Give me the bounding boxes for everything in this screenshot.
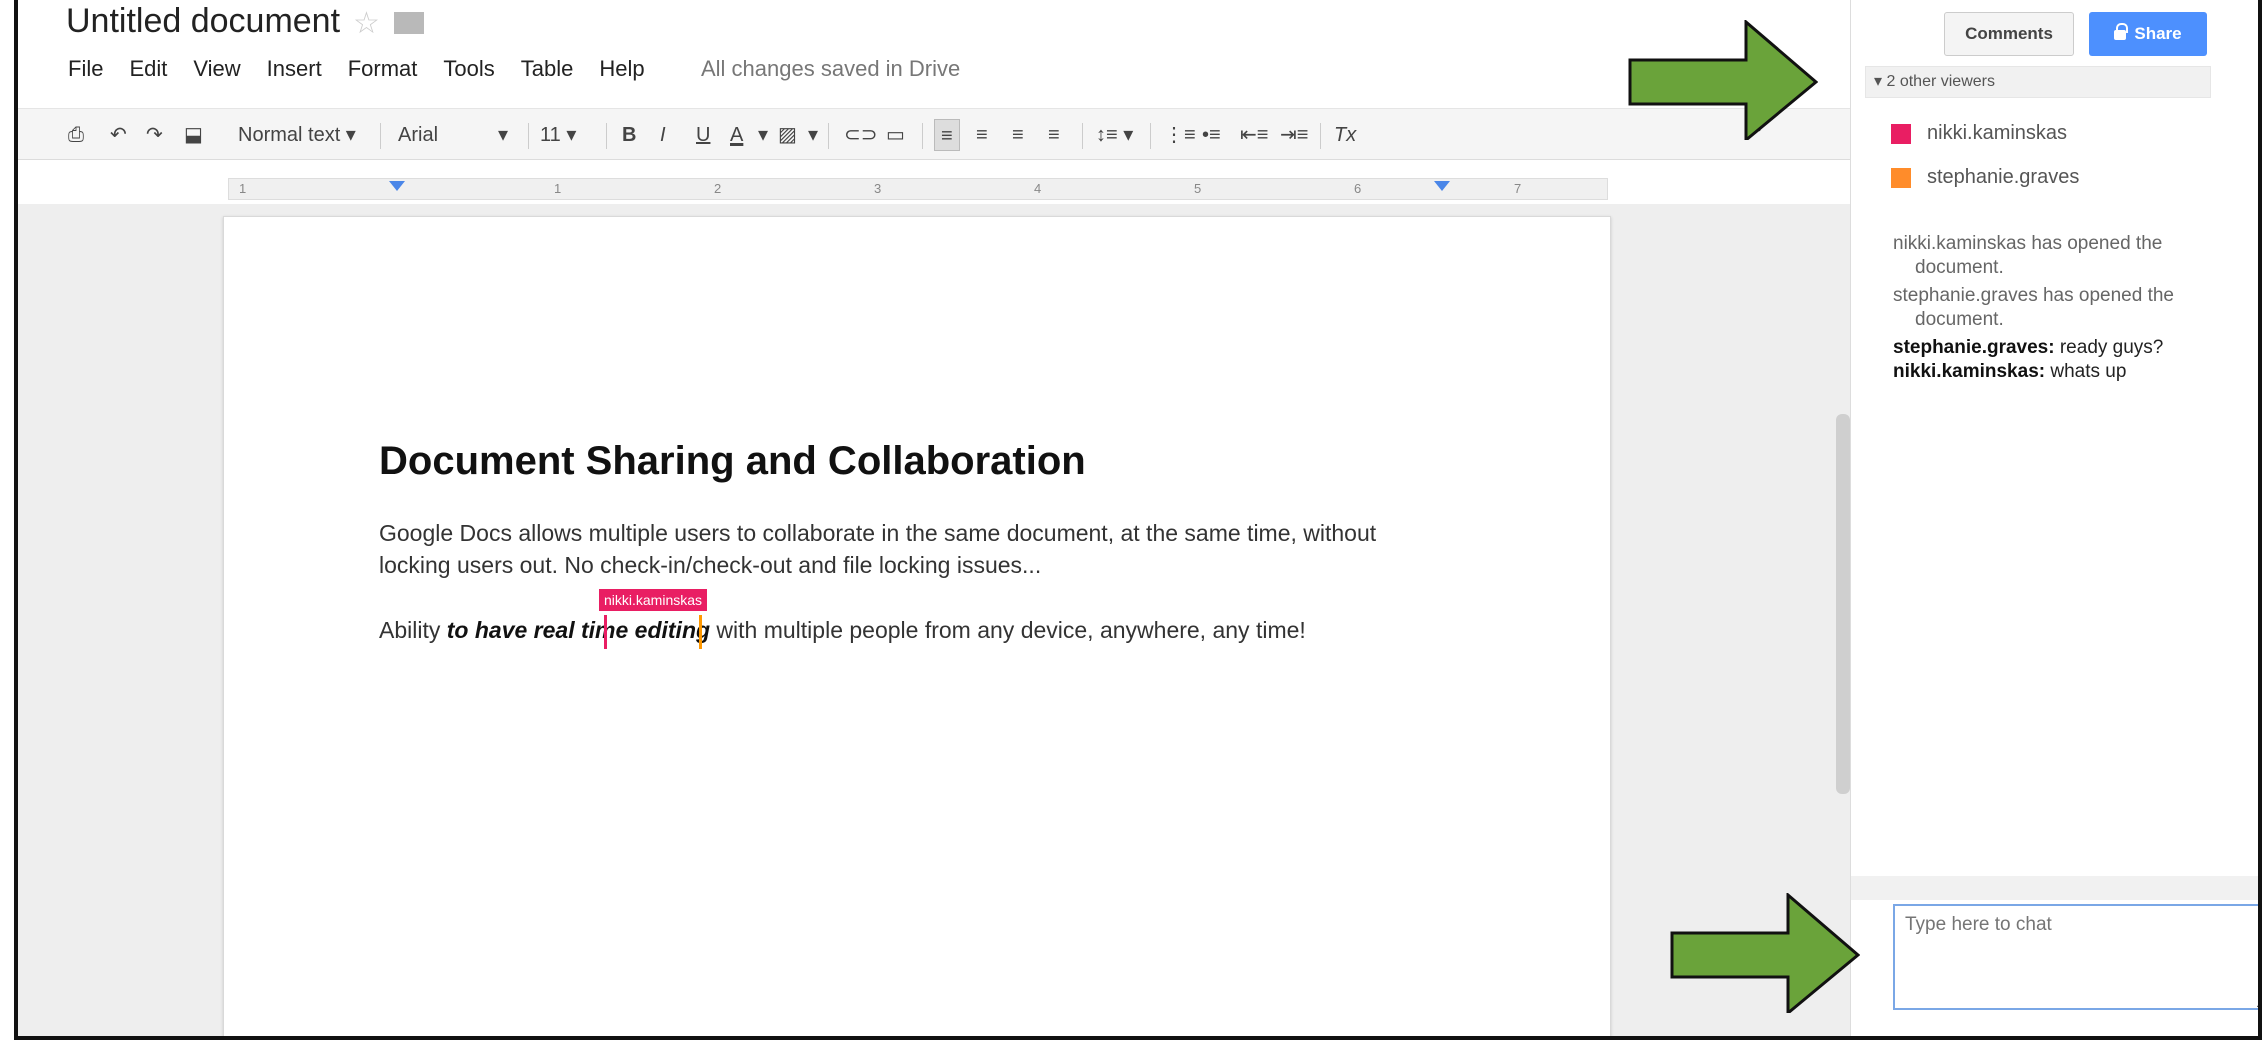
user-color-swatch	[1891, 167, 1911, 188]
paragraph-text: with multiple people from any device, an…	[710, 617, 1306, 643]
toolbar-divider	[606, 123, 607, 149]
viewers-toggle[interactable]: ▾ 2 other viewers	[1865, 66, 2211, 98]
chat-message: stephanie.graves: ready guys?	[1893, 337, 2164, 358]
increase-indent-icon[interactable]: ⇥≡	[1280, 119, 1308, 151]
toolbar-divider	[828, 123, 829, 149]
chat-message: nikki.kaminskas: whats up	[1893, 361, 2127, 382]
toolbar-divider	[1082, 123, 1083, 149]
align-right-icon[interactable]: ≡	[1012, 119, 1024, 151]
chevron-down-icon[interactable]: ▾	[758, 119, 768, 151]
toolbar-divider	[922, 123, 923, 149]
ruler-tick: 6	[1354, 181, 1362, 196]
paragraph-text: Ability	[379, 617, 447, 643]
italic-button[interactable]: I	[660, 119, 666, 151]
highlight-color-icon[interactable]: ▨	[778, 119, 797, 151]
print-icon[interactable]: ⎙	[68, 119, 84, 151]
star-icon[interactable]: ☆	[353, 6, 380, 41]
numbered-list-icon[interactable]: ⋮≡	[1164, 119, 1196, 151]
ruler-tick: 5	[1194, 181, 1202, 196]
left-indent-marker[interactable]	[389, 181, 405, 191]
viewer-item: nikki.kaminskas	[1891, 122, 2067, 145]
document-canvas: Document Sharing and Collaboration Googl…	[18, 204, 1850, 1036]
ruler-tick: 7	[1514, 181, 1522, 196]
ruler-tick: 3	[874, 181, 882, 196]
style-select[interactable]: Normal text ▾	[238, 119, 356, 151]
bold-button[interactable]: B	[622, 119, 636, 151]
clear-formatting-icon[interactable]: Tx	[1334, 119, 1356, 151]
ruler-tick: 2	[714, 181, 722, 196]
user-color-swatch	[1891, 123, 1911, 144]
ruler-tick: 1	[554, 181, 562, 196]
line-spacing-icon[interactable]: ↕≡ ▾	[1096, 119, 1133, 151]
paint-format-icon[interactable]: ⬓	[184, 119, 203, 151]
align-left-icon[interactable]: ≡	[934, 119, 960, 151]
emphasized-text: to have real time editing	[446, 617, 711, 643]
menu-format[interactable]: Format	[348, 56, 418, 82]
screenshot-frame: Untitled document ☆ File Edit View Inser…	[14, 0, 2262, 1040]
document-paragraph[interactable]: Google Docs allows multiple users to col…	[379, 517, 1379, 581]
menu-insert[interactable]: Insert	[267, 56, 322, 82]
document-heading[interactable]: Document Sharing and Collaboration	[379, 439, 1086, 484]
link-icon[interactable]: ⊂⊃	[844, 119, 878, 151]
chat-system-message: nikki.kaminskas has opened the document.	[1893, 233, 2163, 278]
font-select[interactable]: Arial ▾	[398, 119, 508, 151]
collaborator-cursor	[604, 615, 607, 649]
comment-icon[interactable]: ▭	[886, 119, 905, 151]
text-color-button[interactable]: A	[730, 119, 743, 151]
lock-icon	[2114, 22, 2129, 40]
ruler-tick: 1	[239, 181, 247, 196]
vertical-scrollbar[interactable]	[1836, 414, 1850, 794]
decrease-indent-icon[interactable]: ⇤≡	[1240, 119, 1268, 151]
annotation-arrow-icon	[1670, 893, 1860, 1013]
toolbar-divider	[1320, 123, 1321, 149]
sharing-panel: Comments Share ▾ 2 other viewers nikki.k…	[1850, 0, 2258, 1036]
toolbar-divider	[1150, 123, 1151, 149]
chat-input[interactable]	[1893, 904, 2258, 1010]
document-title[interactable]: Untitled document	[66, 2, 340, 41]
ruler-tick: 4	[1034, 181, 1042, 196]
ruler: 1 1 2 3 4 5 6 7	[228, 178, 1608, 200]
chat-system-message: stephanie.graves has opened the document…	[1893, 285, 2174, 330]
document-paragraph[interactable]: Ability to have real time editing with m…	[379, 617, 1306, 644]
share-button[interactable]: Share	[2089, 12, 2207, 56]
menu-tools[interactable]: Tools	[443, 56, 494, 82]
toolbar-divider	[528, 123, 529, 149]
chat-log: nikki.kaminskas has opened the document.…	[1893, 232, 2253, 384]
underline-button[interactable]: U	[696, 119, 710, 151]
redo-icon[interactable]: ↷	[146, 119, 163, 151]
viewer-item: stephanie.graves	[1891, 166, 2079, 189]
toolbar-divider	[380, 123, 381, 149]
chevron-down-icon[interactable]: ▾	[808, 119, 818, 151]
comments-button[interactable]: Comments	[1944, 12, 2074, 56]
chat-divider	[1851, 876, 2258, 900]
menu-file[interactable]: File	[68, 56, 103, 82]
undo-icon[interactable]: ↶	[110, 119, 127, 151]
font-size-select[interactable]: 11 ▾	[540, 119, 576, 151]
menu-help[interactable]: Help	[599, 56, 644, 82]
collaborator-cursor	[699, 615, 702, 649]
justify-icon[interactable]: ≡	[1048, 119, 1060, 151]
toolbar: ⎙ ↶ ↷ ⬓ Normal text ▾ Arial ▾ 11 ▾ B I U…	[18, 108, 1868, 160]
save-status: All changes saved in Drive	[701, 56, 961, 81]
bulleted-list-icon[interactable]: •≡	[1202, 119, 1221, 151]
collaborator-cursor-label: nikki.kaminskas	[599, 589, 708, 611]
menu-edit[interactable]: Edit	[129, 56, 167, 82]
menu-view[interactable]: View	[193, 56, 240, 82]
align-center-icon[interactable]: ≡	[976, 119, 988, 151]
annotation-arrow-icon	[1628, 20, 1818, 140]
menu-table[interactable]: Table	[521, 56, 574, 82]
folder-icon[interactable]	[394, 12, 424, 34]
menubar: File Edit View Insert Format Tools Table…	[68, 56, 671, 82]
right-indent-marker[interactable]	[1434, 181, 1450, 191]
document-page[interactable]: Document Sharing and Collaboration Googl…	[223, 216, 1611, 1036]
